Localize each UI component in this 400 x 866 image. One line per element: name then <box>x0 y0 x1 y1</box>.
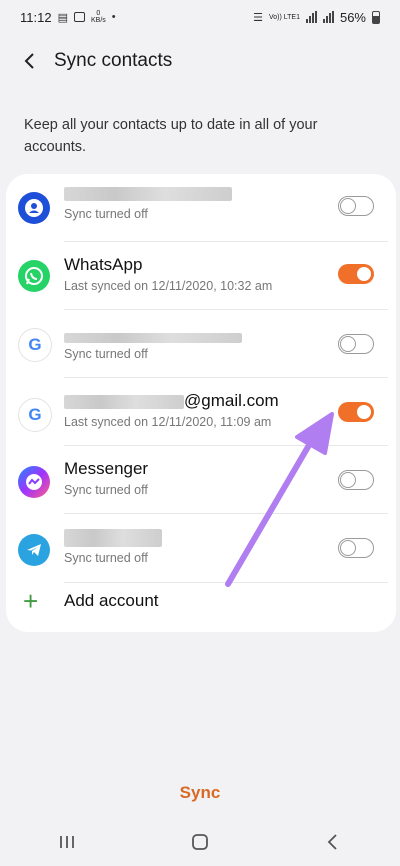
status-time: 11:12 <box>20 9 52 25</box>
account-row-google[interactable]: G Sync turned off <box>6 310 396 378</box>
sync-toggle[interactable] <box>338 538 374 558</box>
account-row-gmail[interactable]: G @gmail.com Last synced on 12/11/2020, … <box>6 378 396 446</box>
network-speed: 0 KB/s <box>90 10 106 24</box>
account-title <box>64 526 162 548</box>
notification-icon <box>73 12 85 22</box>
account-title: Messenger <box>64 459 149 478</box>
page-title: Sync contacts <box>54 50 173 71</box>
account-status: Last synced on 12/11/2020, 11:09 am <box>64 415 272 429</box>
account-title: @gmail.com <box>64 390 279 412</box>
header: Sync contacts <box>0 40 400 82</box>
back-nav-button[interactable] <box>303 822 363 862</box>
add-account-button[interactable]: + Add account <box>6 578 396 624</box>
volte-label: Vo)) LTE1 <box>268 13 300 21</box>
account-title <box>64 182 232 204</box>
description: Keep all your contacts up to date in all… <box>24 117 318 155</box>
back-button[interactable] <box>0 40 60 82</box>
add-account-label: Add account <box>64 591 159 610</box>
account-row-samsung[interactable]: Sync turned off <box>6 174 396 242</box>
account-title <box>64 330 242 344</box>
sync-toggle[interactable] <box>338 264 374 284</box>
redacted-email <box>64 394 184 409</box>
account-status: Sync turned off <box>64 347 148 361</box>
account-status: Last synced on 12/11/2020, 10:32 am <box>64 279 273 293</box>
battery-icon <box>372 10 380 24</box>
wifi-icon: ☰ <box>253 11 263 24</box>
sync-toggle[interactable] <box>338 196 374 216</box>
recent-apps-button[interactable] <box>37 822 97 862</box>
redacted-account-name <box>64 528 162 547</box>
account-title: WhatsApp <box>64 255 143 274</box>
account-status: Sync turned off <box>64 483 148 497</box>
account-status: Sync turned off <box>64 207 148 221</box>
whatsapp-icon <box>18 260 50 292</box>
google-icon: G <box>18 398 52 432</box>
account-row-telegram[interactable]: Sync turned off <box>6 514 396 582</box>
home-icon <box>192 834 208 850</box>
status-bar: 11:12 ▤ 0 KB/s • ☰ Vo)) LTE1 56% <box>0 0 400 34</box>
sync-button[interactable]: Sync <box>150 776 250 810</box>
chevron-left-icon <box>24 53 34 69</box>
redacted-account-name <box>64 332 242 343</box>
plus-icon: + <box>23 586 39 616</box>
accounts-card: Sync turned off WhatsApp Last synced on … <box>6 174 396 632</box>
email-domain: @gmail.com <box>184 391 279 410</box>
google-icon: G <box>18 328 52 362</box>
account-row-whatsapp[interactable]: WhatsApp Last synced on 12/11/2020, 10:3… <box>6 242 396 310</box>
recent-apps-icon <box>59 836 74 848</box>
message-icon: ▤ <box>57 11 68 24</box>
telegram-icon <box>18 534 50 566</box>
navigation-bar <box>0 818 400 866</box>
signal-icon <box>305 11 317 23</box>
signal-icon-2 <box>322 11 334 23</box>
home-button[interactable] <box>170 822 230 862</box>
back-nav-icon <box>328 834 337 850</box>
sync-toggle[interactable] <box>338 470 374 490</box>
sync-toggle[interactable] <box>338 334 374 354</box>
messenger-icon <box>18 466 50 498</box>
account-row-messenger[interactable]: Messenger Sync turned off <box>6 446 396 514</box>
dot-icon: • <box>111 11 116 23</box>
account-status: Sync turned off <box>64 551 148 565</box>
sync-toggle[interactable] <box>338 402 374 422</box>
samsung-account-icon <box>18 192 50 224</box>
battery-percent: 56% <box>339 9 366 25</box>
redacted-account-name <box>64 186 232 201</box>
